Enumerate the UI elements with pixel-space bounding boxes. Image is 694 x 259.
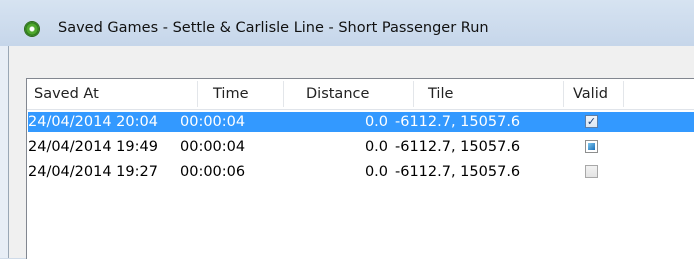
column-header-distance[interactable]: Distance — [306, 79, 369, 109]
time-cell: 00:00:06 — [180, 164, 246, 180]
column-divider[interactable] — [283, 81, 284, 107]
window-title: Saved Games - Settle & Carlisle Line - S… — [58, 20, 489, 36]
column-divider[interactable] — [197, 81, 198, 107]
column-divider[interactable] — [623, 81, 624, 107]
tile-cell: -6112.7, 15057.6 — [395, 164, 521, 180]
time-cell: 00:00:04 — [180, 114, 246, 130]
valid-cell: ✓ — [558, 112, 598, 132]
column-header-tile[interactable]: Tile — [428, 79, 453, 109]
time-cell: 00:00:04 — [180, 139, 246, 155]
table-row[interactable]: 24/04/2014 19:27 00:00:06 0.0 -6112.7, 1… — [28, 162, 694, 182]
list-header: Saved At Time Distance Tile Valid — [27, 79, 694, 110]
column-header-time[interactable]: Time — [213, 79, 249, 109]
saved-games-list[interactable]: Saved At Time Distance Tile Valid 24/04/… — [26, 78, 694, 259]
distance-cell: 0.0 — [364, 114, 388, 130]
app-icon — [25, 22, 39, 36]
column-divider[interactable] — [413, 81, 414, 107]
title-bar[interactable]: Saved Games - Settle & Carlisle Line - S… — [0, 0, 694, 46]
saved-at-cell: 24/04/2014 19:27 — [28, 164, 158, 180]
table-row[interactable]: 24/04/2014 19:49 00:00:04 0.0 -6112.7, 1… — [28, 137, 694, 157]
table-row[interactable]: 24/04/2014 20:04 00:00:04 0.0 -6112.7, 1… — [28, 112, 694, 132]
tile-cell: -6112.7, 15057.6 — [395, 114, 521, 130]
valid-checkbox-indeterminate-icon[interactable] — [585, 140, 598, 153]
column-header-valid[interactable]: Valid — [573, 79, 608, 109]
valid-cell — [558, 162, 598, 182]
valid-cell — [558, 137, 598, 157]
valid-checkbox-checked-icon[interactable]: ✓ — [585, 115, 598, 128]
distance-cell: 0.0 — [364, 139, 388, 155]
saved-at-cell: 24/04/2014 19:49 — [28, 139, 158, 155]
column-divider[interactable] — [563, 81, 564, 107]
valid-checkbox-unchecked-icon[interactable] — [585, 165, 598, 178]
distance-cell: 0.0 — [364, 164, 388, 180]
tile-cell: -6112.7, 15057.6 — [395, 139, 521, 155]
saved-at-cell: 24/04/2014 20:04 — [28, 114, 158, 130]
saved-games-window: Saved Games - Settle & Carlisle Line - S… — [0, 0, 694, 259]
column-header-saved-at[interactable]: Saved At — [34, 79, 99, 109]
